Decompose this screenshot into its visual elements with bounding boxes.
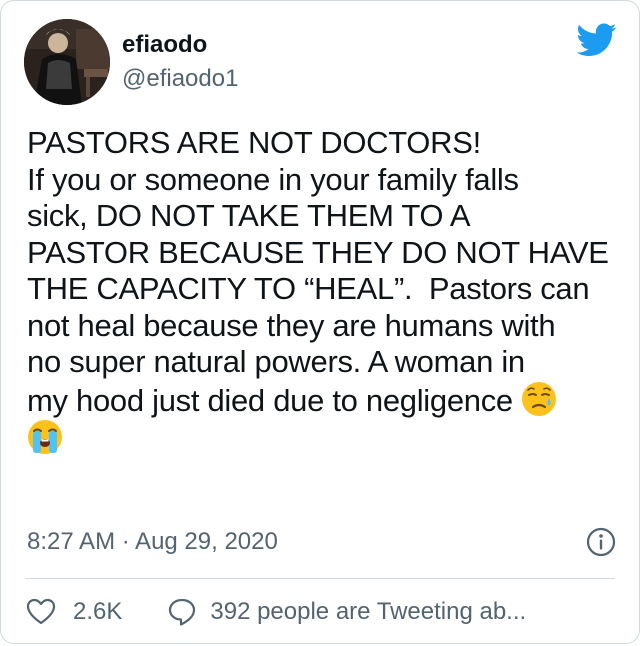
author-handle[interactable]: @efiaodo1 (122, 65, 238, 93)
divider (25, 578, 615, 579)
tweet-line: sick, DO NOT TAKE THEM TO A (27, 198, 471, 233)
tweet-card: efiaodo @efiaodo1 PASTORS ARE NOT DOCTOR… (0, 0, 640, 644)
heart-icon[interactable] (25, 596, 57, 628)
action-bar: 2.6K 392 people are Tweeting ab... (25, 594, 526, 630)
like-count[interactable]: 2.6K (73, 598, 122, 626)
tweeting-about-link[interactable]: 392 people are Tweeting ab... (210, 598, 526, 626)
loudly-crying-face-emoji (27, 419, 63, 455)
tweet-line: If you or someone in your family falls (27, 161, 519, 197)
tweet-line: THE CAPACITY TO “HEAL”. Pastors can (27, 271, 590, 306)
reply-icon[interactable] (166, 596, 198, 628)
twitter-bird-icon[interactable] (576, 23, 617, 57)
tweet-text: PASTORS ARE NOT DOCTORS! If you or someo… (27, 125, 622, 458)
author-display-name[interactable]: efiaodo (122, 31, 207, 59)
tweet-line: no super natural powers. A woman in (27, 344, 525, 379)
tweet-line: my hood just died due to negligence (27, 382, 522, 418)
tweet-line: PASTORS ARE NOT DOCTORS! (27, 125, 481, 160)
tweet-line: PASTOR BECAUSE THEY DO NOT HAVE (27, 234, 609, 270)
tweet-timestamp[interactable]: 8:27 AM · Aug 29, 2020 (27, 528, 278, 556)
avatar[interactable] (24, 19, 110, 105)
info-icon[interactable] (585, 526, 617, 558)
tweet-line: not heal because they are humans with (27, 307, 556, 343)
sad-relieved-face-emoji (521, 381, 557, 417)
